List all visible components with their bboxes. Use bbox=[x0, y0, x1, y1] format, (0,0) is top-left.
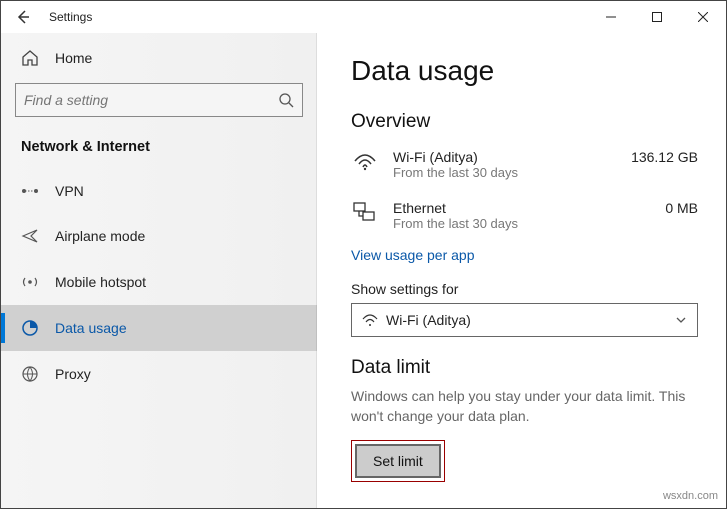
set-limit-highlight: Set limit bbox=[351, 440, 445, 482]
proxy-icon bbox=[21, 365, 39, 383]
sidebar-item-label: Data usage bbox=[55, 320, 127, 336]
sidebar-item-label: Airplane mode bbox=[55, 228, 145, 244]
content: Home Network & Internet VPN Airplane mod… bbox=[1, 33, 726, 508]
wifi-icon bbox=[351, 149, 379, 171]
usage-row-ethernet: Ethernet From the last 30 days 0 MB bbox=[351, 192, 698, 243]
sidebar: Home Network & Internet VPN Airplane mod… bbox=[1, 33, 317, 508]
window-buttons bbox=[588, 1, 726, 33]
view-usage-link[interactable]: View usage per app bbox=[351, 247, 475, 263]
sidebar-section-header: Network & Internet bbox=[1, 131, 317, 169]
usage-net-value: 0 MB bbox=[665, 200, 698, 216]
show-settings-label: Show settings for bbox=[351, 281, 698, 297]
titlebar-left: Settings bbox=[1, 5, 92, 29]
usage-net-value: 136.12 GB bbox=[631, 149, 698, 165]
minimize-icon bbox=[606, 12, 616, 22]
sidebar-item-vpn[interactable]: VPN bbox=[1, 169, 317, 213]
vpn-icon bbox=[21, 184, 39, 198]
close-button[interactable] bbox=[680, 1, 726, 33]
hotspot-icon bbox=[21, 273, 39, 291]
overview-heading: Overview bbox=[351, 111, 698, 133]
usage-row-wifi: Wi-Fi (Aditya) From the last 30 days 136… bbox=[351, 141, 698, 192]
sidebar-item-datausage[interactable]: Data usage bbox=[1, 305, 317, 351]
usage-net-subtitle: From the last 30 days bbox=[393, 165, 617, 180]
usage-net-name: Ethernet bbox=[393, 200, 651, 216]
show-settings-dropdown[interactable]: Wi-Fi (Aditya) bbox=[351, 303, 698, 337]
sidebar-item-hotspot[interactable]: Mobile hotspot bbox=[1, 259, 317, 305]
airplane-icon bbox=[21, 227, 39, 245]
minimize-button[interactable] bbox=[588, 1, 634, 33]
main-panel: Data usage Overview Wi-Fi (Aditya) From … bbox=[317, 33, 726, 508]
usage-net-info: Ethernet From the last 30 days bbox=[393, 200, 651, 231]
usage-net-info: Wi-Fi (Aditya) From the last 30 days bbox=[393, 149, 617, 180]
back-button[interactable] bbox=[11, 5, 35, 29]
search-input-wrap[interactable] bbox=[15, 83, 303, 117]
maximize-button[interactable] bbox=[634, 1, 680, 33]
sidebar-item-airplane[interactable]: Airplane mode bbox=[1, 213, 317, 259]
titlebar: Settings bbox=[1, 1, 726, 33]
wifi-small-icon bbox=[362, 313, 378, 327]
data-limit-heading: Data limit bbox=[351, 357, 698, 379]
sidebar-item-proxy[interactable]: Proxy bbox=[1, 351, 317, 397]
page-title: Data usage bbox=[351, 55, 698, 87]
chevron-down-icon bbox=[675, 314, 687, 326]
dropdown-value: Wi-Fi (Aditya) bbox=[386, 312, 471, 328]
data-limit-description: Windows can help you stay under your dat… bbox=[351, 387, 698, 426]
ethernet-icon bbox=[351, 200, 379, 222]
set-limit-button[interactable]: Set limit bbox=[355, 444, 441, 478]
home-label: Home bbox=[55, 50, 92, 66]
sidebar-item-label: Mobile hotspot bbox=[55, 274, 146, 290]
usage-net-subtitle: From the last 30 days bbox=[393, 216, 651, 231]
home-icon bbox=[21, 49, 39, 67]
maximize-icon bbox=[652, 12, 662, 22]
data-usage-icon bbox=[21, 319, 39, 337]
watermark: wsxdn.com bbox=[663, 490, 718, 502]
close-icon bbox=[698, 12, 708, 22]
usage-net-name: Wi-Fi (Aditya) bbox=[393, 149, 617, 165]
sidebar-item-label: VPN bbox=[55, 183, 84, 199]
sidebar-item-label: Proxy bbox=[55, 366, 91, 382]
window-title: Settings bbox=[49, 10, 92, 24]
home-nav[interactable]: Home bbox=[1, 33, 317, 79]
search-icon bbox=[278, 92, 294, 108]
search-input[interactable] bbox=[24, 92, 278, 108]
arrow-left-icon bbox=[15, 9, 31, 25]
